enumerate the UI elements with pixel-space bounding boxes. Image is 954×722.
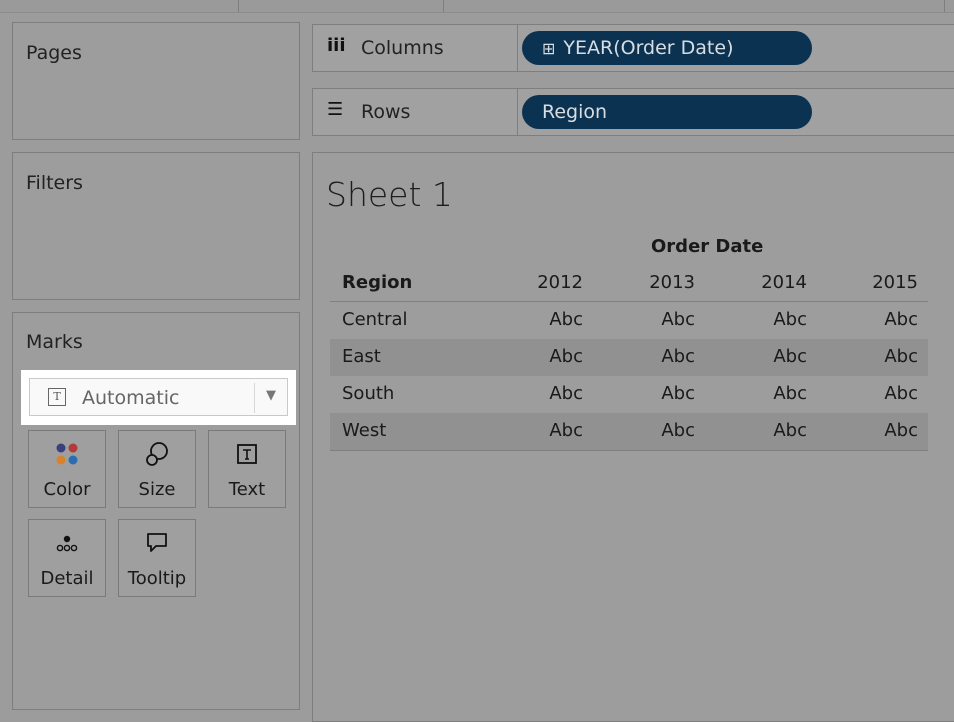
table-bottom-divider (330, 450, 928, 451)
region-pill[interactable]: Region (522, 95, 812, 129)
rows-shelf[interactable]: ☰ Rows Region (312, 88, 954, 136)
table-row[interactable]: East Abc Abc Abc Abc (330, 339, 928, 376)
table-cell: Abc (661, 309, 695, 330)
color-button[interactable]: Color (28, 430, 106, 508)
toolbar-divider (443, 0, 444, 12)
mark-type-highlight: T Automatic ▼ (21, 370, 296, 425)
size-icon (119, 441, 195, 467)
pill-label: Region (542, 101, 608, 123)
pages-shelf[interactable]: Pages (12, 22, 300, 140)
table-cell: Abc (773, 420, 807, 441)
detail-label: Detail (40, 568, 94, 589)
table-cell: Abc (549, 309, 583, 330)
filters-shelf[interactable]: Filters (12, 152, 300, 300)
year-header[interactable]: 2012 (523, 272, 583, 293)
toolbar-divider (238, 0, 239, 12)
year-header[interactable]: 2013 (635, 272, 695, 293)
table-cell: Abc (884, 346, 918, 367)
detail-button[interactable]: Detail (28, 519, 106, 597)
table-cell: Abc (661, 420, 695, 441)
pill-label: YEAR(Order Date) (563, 37, 734, 59)
table-row[interactable]: South Abc Abc Abc Abc (330, 376, 928, 413)
table-cell: Abc (884, 309, 918, 330)
region-label: West (342, 420, 387, 441)
region-label: Central (342, 309, 408, 330)
table-cell: Abc (884, 420, 918, 441)
columns-label: Columns (361, 37, 444, 59)
table-cell: Abc (661, 346, 695, 367)
plus-box-icon[interactable]: ⊞ (542, 39, 555, 58)
text-icon (209, 441, 285, 467)
year-header[interactable]: 2014 (747, 272, 807, 293)
column-field-header[interactable]: Order Date (651, 236, 763, 257)
text-label: Text (228, 479, 266, 500)
columns-shelf[interactable]: iii Columns ⊞ YEAR(Order Date) (312, 24, 954, 72)
table-cell: Abc (773, 383, 807, 404)
tooltip-icon (119, 530, 195, 556)
table-row[interactable]: Central Abc Abc Abc Abc (330, 302, 928, 339)
year-order-date-pill[interactable]: ⊞ YEAR(Order Date) (522, 31, 812, 65)
region-label: East (342, 346, 381, 367)
filters-title: Filters (26, 172, 83, 194)
size-button[interactable]: Size (118, 430, 196, 508)
region-label: South (342, 383, 395, 404)
dropdown-divider (254, 383, 255, 413)
sheet-title[interactable]: Sheet 1 (326, 175, 453, 214)
color-label: Color (43, 479, 91, 500)
year-header[interactable]: 2015 (858, 272, 918, 293)
mark-type-dropdown[interactable]: T Automatic ▼ (29, 378, 288, 416)
tooltip-button[interactable]: Tooltip (118, 519, 196, 597)
color-dots-icon (29, 441, 105, 467)
toolbar-divider (944, 0, 945, 12)
table-cell: Abc (773, 346, 807, 367)
rows-icon: ☰ (327, 99, 344, 120)
text-mark-icon: T (48, 388, 66, 406)
chevron-down-icon[interactable]: ▼ (266, 388, 276, 403)
table-cell: Abc (549, 346, 583, 367)
table-cell: Abc (661, 383, 695, 404)
detail-dots-icon (29, 530, 105, 556)
marks-title: Marks (26, 331, 83, 353)
rows-label: Rows (361, 101, 411, 123)
table-row[interactable]: West Abc Abc Abc Abc (330, 413, 928, 450)
top-toolbar-strip (0, 0, 954, 13)
row-field-header[interactable]: Region (342, 272, 412, 293)
pages-title: Pages (26, 42, 82, 64)
table-cell: Abc (549, 383, 583, 404)
text-button[interactable]: Text (208, 430, 286, 508)
columns-shelf-header: iii Columns (313, 25, 518, 71)
size-label: Size (138, 479, 176, 500)
columns-icon: iii (327, 35, 346, 56)
table-cell: Abc (773, 309, 807, 330)
tooltip-label: Tooltip (127, 568, 187, 589)
table-cell: Abc (884, 383, 918, 404)
rows-shelf-header: ☰ Rows (313, 89, 518, 135)
mark-type-label: Automatic (82, 387, 180, 409)
table-cell: Abc (549, 420, 583, 441)
